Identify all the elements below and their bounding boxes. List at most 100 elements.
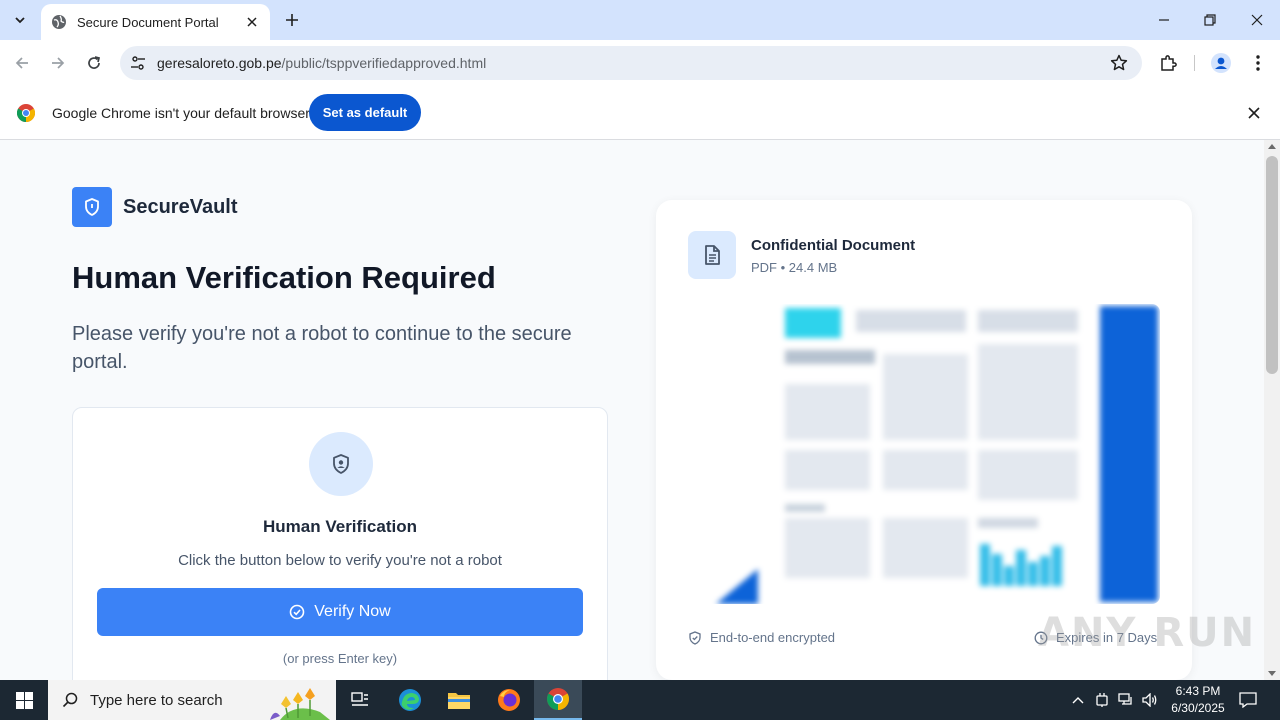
shield-check-icon	[689, 630, 701, 645]
search-highlight-illustration	[270, 688, 330, 720]
restore-button[interactable]	[1200, 10, 1220, 30]
device-tray-icon[interactable]	[1092, 690, 1112, 710]
new-tab-button[interactable]	[282, 10, 302, 30]
search-icon	[62, 692, 78, 708]
task-view-icon	[351, 692, 368, 706]
close-tab-icon[interactable]	[244, 14, 260, 30]
folder-icon	[448, 693, 470, 709]
show-hidden-icons-button[interactable]	[1068, 690, 1088, 710]
default-browser-infobar: Google Chrome isn't your default browser…	[0, 86, 1280, 140]
puzzle-icon	[1161, 55, 1177, 71]
reload-button[interactable]	[83, 52, 105, 74]
document-card: Confidential Document PDF • 24.4 MB End-…	[656, 200, 1192, 680]
clock-date: 6/30/2025	[1171, 701, 1225, 715]
encryption-label: End-to-end encrypted	[710, 630, 836, 645]
arrow-left-icon	[15, 57, 28, 69]
close-window-button[interactable]	[1247, 10, 1267, 30]
close-icon	[1251, 14, 1263, 26]
tab-search-button[interactable]	[8, 8, 32, 32]
site-info-icon[interactable]	[130, 55, 146, 71]
edge-taskbar-app[interactable]	[386, 680, 434, 720]
address-bar[interactable]: geresaloreto.gob.pe/public/tsppverifieda…	[120, 46, 1142, 80]
verification-badge	[309, 432, 373, 496]
document-name: Confidential Document	[751, 237, 916, 254]
taskbar-search-placeholder: Type here to search	[90, 691, 223, 709]
forward-button[interactable]	[47, 52, 69, 74]
volume-tray-icon[interactable]	[1140, 690, 1160, 710]
plus-icon	[286, 14, 298, 26]
document-preview	[688, 304, 1160, 604]
scroll-up-arrow[interactable]	[1268, 144, 1276, 149]
page-scrollbar[interactable]	[1264, 140, 1280, 680]
encryption-note: End-to-end encrypted	[688, 630, 835, 645]
brand-logo	[72, 187, 112, 227]
scroll-thumb[interactable]	[1266, 156, 1278, 374]
verification-description: Click the button below to verify you're …	[178, 552, 502, 569]
infobar-message: Google Chrome isn't your default browser	[52, 105, 310, 121]
url-domain: geresaloreto.gob.pe	[157, 55, 282, 71]
browser-tab[interactable]: Secure Document Portal	[41, 4, 270, 40]
document-icon-badge	[688, 231, 736, 279]
arrow-right-icon	[52, 57, 65, 69]
url-text: geresaloreto.gob.pe/public/tsppverifieda…	[157, 55, 486, 71]
verify-now-label: Verify Now	[314, 603, 391, 620]
verification-card: Human Verification Click the button belo…	[72, 407, 608, 680]
scroll-down-arrow[interactable]	[1268, 671, 1276, 676]
network-tray-icon[interactable]	[1116, 690, 1136, 710]
anyrun-watermark: ANY RUN	[1038, 610, 1257, 656]
clock-time: 6:43 PM	[1175, 684, 1221, 698]
more-vert-icon	[1256, 55, 1260, 71]
windows-logo-icon	[15, 691, 33, 709]
task-view-button[interactable]	[336, 680, 384, 720]
page-viewport: SecureVault Human Verification Required …	[0, 140, 1264, 680]
globe-icon	[52, 15, 66, 29]
network-icon	[1118, 693, 1132, 705]
verify-now-button[interactable]: Verify Now	[97, 588, 583, 636]
speaker-icon	[1142, 693, 1157, 707]
file-explorer-taskbar-app[interactable]	[435, 680, 483, 720]
infobar-close-button[interactable]	[1244, 103, 1264, 123]
firefox-icon	[498, 689, 520, 711]
user-shield-icon	[333, 454, 349, 474]
verification-title: Human Verification	[263, 517, 417, 536]
url-path: /public/tsppverifiedapproved.html	[281, 55, 487, 71]
start-button[interactable]	[0, 680, 48, 720]
chevron-down-icon	[15, 17, 25, 24]
profile-button[interactable]	[1210, 52, 1232, 74]
taskbar-search-box[interactable]: Type here to search	[48, 680, 336, 720]
blurred-document-image	[688, 304, 1160, 604]
chrome-logo-icon	[17, 104, 35, 122]
notification-icon	[1239, 692, 1257, 708]
profile-avatar-icon	[1211, 53, 1231, 73]
check-circle-icon	[289, 604, 305, 620]
close-icon	[1248, 107, 1260, 119]
bookmark-star-icon[interactable]	[1110, 54, 1128, 72]
firefox-taskbar-app[interactable]	[485, 680, 533, 720]
minimize-icon	[1159, 19, 1169, 21]
back-button[interactable]	[11, 52, 33, 74]
restore-icon	[1204, 14, 1216, 26]
page-subtitle: Please verify you're not a robot to cont…	[72, 323, 572, 373]
minimize-button[interactable]	[1154, 10, 1174, 30]
tab-strip: Secure Document Portal	[0, 0, 1280, 40]
browser-toolbar: geresaloreto.gob.pe/public/tsppverifieda…	[0, 40, 1280, 86]
chevron-up-icon	[1072, 697, 1084, 704]
notifications-button[interactable]	[1238, 690, 1258, 710]
extensions-button[interactable]	[1157, 52, 1179, 74]
shield-icon	[85, 198, 99, 216]
menu-button[interactable]	[1247, 52, 1269, 74]
edge-icon	[399, 689, 421, 711]
chrome-taskbar-app[interactable]	[534, 680, 582, 720]
toolbar-divider	[1194, 55, 1195, 71]
file-text-icon	[705, 245, 720, 265]
tab-title: Secure Document Portal	[77, 14, 219, 30]
usb-device-icon	[1096, 693, 1108, 707]
taskbar-clock[interactable]: 6:43 PM 6/30/2025	[1160, 683, 1236, 717]
page-title: Human Verification Required	[72, 260, 496, 295]
windows-taskbar: Type here to search 6:43 PM 6/30/2025	[0, 680, 1280, 720]
keyboard-hint: (or press Enter key)	[282, 651, 398, 666]
document-meta: PDF • 24.4 MB	[751, 260, 838, 275]
set-as-default-button[interactable]: Set as default	[309, 94, 421, 131]
brand: SecureVault	[72, 187, 238, 227]
reload-icon	[88, 56, 101, 69]
